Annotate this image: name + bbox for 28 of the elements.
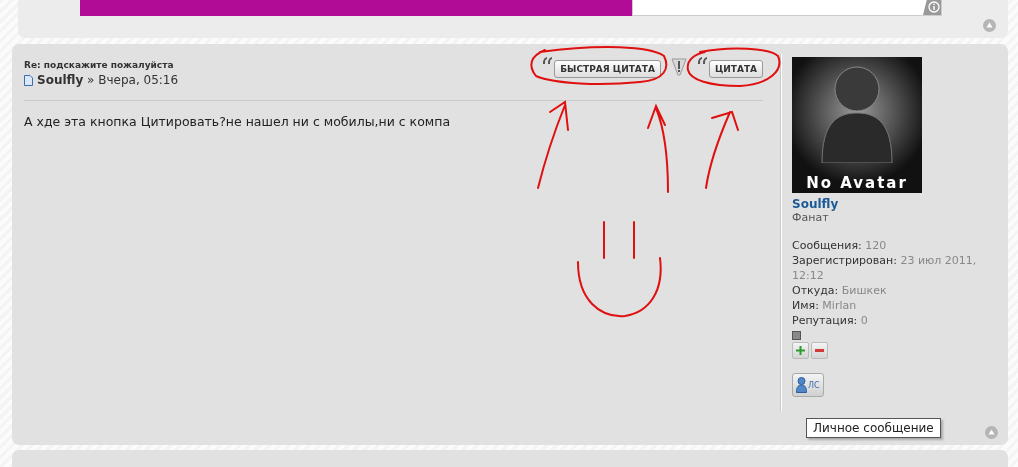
profile-field: Откуда: Бишкек	[792, 283, 1008, 298]
report-icon[interactable]	[670, 58, 687, 76]
scroll-up-icon[interactable]	[983, 19, 996, 32]
profile-field: Зарегистрирован: 23 июл 2011, 12:12	[792, 253, 1008, 283]
user-rank: Фанат	[792, 211, 830, 224]
quick-quote-button[interactable]: БЫСТРАЯ ЦИТАТА	[554, 60, 661, 78]
tooltip: Личное сообщение	[806, 418, 941, 438]
post-title: Re: подскажите пожалуйста	[24, 60, 175, 70]
post-message: А хде эта кнопка Цитировать?не нашел ни с мобилы,ни с компа	[24, 114, 452, 129]
avatar-caption: No Avatar	[806, 174, 908, 192]
status-square-icon	[792, 331, 801, 340]
profile-field: Репутация: 0	[792, 313, 1008, 328]
profile-field: Имя: Mirlan	[792, 298, 1008, 313]
plus-icon	[796, 346, 805, 355]
reputation-minus-button[interactable]	[811, 342, 828, 359]
post-byline: Soulfly » Вчера, 05:16	[37, 73, 179, 87]
document-icon[interactable]	[24, 74, 33, 86]
quote-mark-icon	[542, 56, 554, 65]
username-link[interactable]: Soulfly	[792, 197, 1008, 211]
scroll-up-icon[interactable]	[985, 426, 998, 439]
minus-icon	[815, 349, 824, 352]
info-icon[interactable]	[923, 0, 941, 15]
reputation-plus-button[interactable]	[792, 342, 809, 359]
private-message-button[interactable]: ЛС	[792, 373, 824, 397]
quote-mark-icon	[696, 56, 708, 65]
profile-field: Сообщения: 120	[792, 238, 1008, 253]
quote-button[interactable]: ЦИТАТА	[708, 60, 763, 78]
person-icon	[796, 377, 807, 393]
